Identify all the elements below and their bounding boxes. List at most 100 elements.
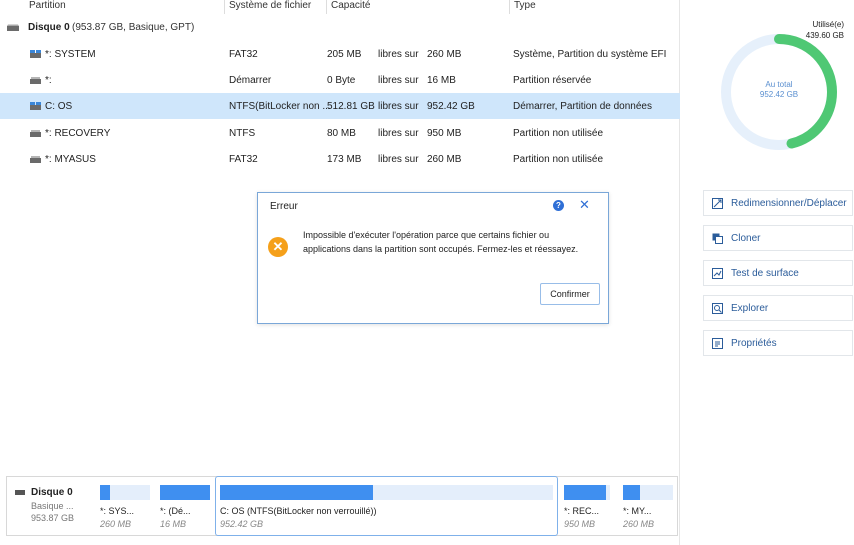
row-type: Partition réservée [513, 75, 592, 86]
row-sep: libres sur [378, 128, 419, 139]
disk-map-segment[interactable]: *: REC... 950 MB [564, 477, 610, 535]
resize-move-button[interactable]: Redimensionner/Déplacer [703, 190, 853, 216]
explore-icon [712, 303, 723, 314]
segment-usage-fill [220, 485, 374, 500]
segment-size: 260 MB [100, 519, 132, 529]
row-sep: libres sur [378, 75, 419, 86]
disk-map: Disque 0 Basique ... 953.87 GB *: SYS...… [6, 476, 678, 536]
row-total: 950 MB [427, 128, 462, 139]
resize-icon [712, 198, 723, 209]
segment-size: 16 MB [160, 519, 187, 529]
row-sep: libres sur [378, 154, 419, 165]
segment-size: 260 MB [623, 519, 655, 529]
header-type[interactable]: Type [514, 0, 536, 11]
action-label: Explorer [731, 303, 769, 314]
row-used: 205 MB [327, 49, 362, 60]
segment-usage-fill [100, 485, 110, 500]
table-row[interactable]: *: RECOVERY NTFS 80 MB libres sur 950 MB… [0, 120, 680, 146]
table-row-selected[interactable]: C: OS NTFS(BitLocker non ... 512.81 GB l… [0, 93, 680, 119]
row-name: *: MYASUS [45, 154, 96, 165]
disk-name: Disque 0 [28, 22, 70, 33]
segment-usage-fill [564, 485, 607, 500]
segment-name: *: REC... [564, 506, 600, 516]
error-icon: ✕ [268, 237, 288, 257]
row-fs: NTFS(BitLocker non ... [229, 101, 331, 112]
row-type: Partition non utilisée [513, 154, 604, 165]
hard-drive-icon [15, 490, 25, 495]
disk-map-segment[interactable]: *: (Dé... 16 MB [160, 477, 210, 535]
partition-icon [30, 130, 41, 137]
row-type: Démarrer, Partition de données [513, 101, 652, 112]
row-total: 16 MB [427, 75, 456, 86]
properties-icon [712, 338, 723, 349]
row-fs: FAT32 [229, 49, 258, 60]
clone-icon [712, 233, 723, 244]
explore-button[interactable]: Explorer [703, 295, 853, 321]
row-fs: Démarrer [229, 75, 272, 86]
partition-icon [30, 77, 41, 84]
system-partition-icon [30, 102, 41, 110]
surface-test-button[interactable]: Test de surface [703, 260, 853, 286]
clone-button[interactable]: Cloner [703, 225, 853, 251]
row-name: C: OS [45, 101, 73, 112]
total-label: Au total [765, 80, 793, 89]
surface-test-icon [712, 268, 723, 279]
row-used: 173 MB [327, 154, 362, 165]
segment-usage-fill [160, 485, 210, 500]
row-fs: NTFS [229, 128, 256, 139]
segment-name: *: (Dé... [160, 506, 191, 516]
segment-usage-fill [623, 485, 640, 500]
row-used: 512.81 GB [327, 101, 375, 112]
details-panel: Utilisé(e) 439.60 GB Au total 952.42 GB … [681, 0, 854, 545]
action-label: Propriétés [731, 338, 777, 349]
row-name: *: RECOVERY [45, 128, 111, 139]
system-partition-icon [30, 50, 41, 58]
used-label: Utilisé(e) [812, 20, 844, 29]
help-icon[interactable]: ? [553, 200, 564, 211]
segment-size: 950 MB [564, 519, 596, 529]
row-sep: libres sur [378, 49, 419, 60]
row-type: Partition non utilisée [513, 128, 604, 139]
row-type: Système, Partition du système EFI [513, 49, 667, 60]
action-label: Cloner [731, 233, 761, 244]
disk-map-segment[interactable]: *: SYS... 260 MB [100, 477, 150, 535]
table-row[interactable]: *: MYASUS FAT32 173 MB libres sur 260 MB… [0, 146, 680, 172]
error-message: Impossible d'exécuter l'opération parce … [303, 230, 579, 254]
disk-map-type: Basique ... [31, 501, 74, 511]
table-header: Partition Système de fichier Capacité Ty… [0, 0, 680, 14]
hard-drive-icon [7, 24, 19, 31]
close-icon[interactable]: ✕ [579, 197, 590, 213]
disk-map-size: 953.87 GB [31, 513, 75, 523]
table-row[interactable]: *: Démarrer 0 Byte libres sur 16 MB Part… [0, 67, 680, 93]
row-used: 0 Byte [327, 75, 356, 86]
disk-info: (953.87 GB, Basique, GPT) [72, 22, 195, 33]
header-partition[interactable]: Partition [29, 0, 66, 11]
row-total: 260 MB [427, 154, 462, 165]
confirm-button[interactable]: Confirmer [540, 283, 600, 305]
header-filesystem[interactable]: Système de fichier [229, 0, 311, 11]
row-total: 952.42 GB [427, 101, 475, 112]
error-dialog: Erreur ? ✕ ✕ Impossible d'exécuter l'opé… [257, 192, 609, 324]
action-label: Redimensionner/Déplacer [731, 198, 847, 209]
row-used: 80 MB [327, 128, 356, 139]
segment-size: 952.42 GB [220, 519, 264, 529]
total-value: 952.42 GB [759, 90, 799, 99]
segment-name: *: SYS... [100, 506, 135, 516]
segment-name: C: OS (NTFS(BitLocker non verrouillé)) [220, 506, 377, 516]
properties-button[interactable]: Propriétés [703, 330, 853, 356]
dialog-title: Erreur [270, 201, 298, 212]
partition-icon [30, 156, 41, 163]
disk-row[interactable]: Disque 0 (953.87 GB, Basique, GPT) [0, 19, 680, 37]
table-row[interactable]: *: SYSTEM FAT32 205 MB libres sur 260 MB… [0, 41, 680, 67]
row-name: *: [45, 75, 52, 86]
row-fs: FAT32 [229, 154, 258, 165]
row-total: 260 MB [427, 49, 462, 60]
header-capacity[interactable]: Capacité [331, 0, 370, 11]
disk-map-segment-selected[interactable]: C: OS (NTFS(BitLocker non verrouillé)) 9… [215, 476, 558, 536]
segment-name: *: MY... [623, 506, 652, 516]
disk-map-segment[interactable]: *: MY... 260 MB [623, 477, 673, 535]
disk-map-label: Disque 0 [31, 487, 73, 498]
row-name: *: SYSTEM [45, 49, 96, 60]
action-label: Test de surface [731, 268, 799, 279]
row-sep: libres sur [378, 101, 419, 112]
